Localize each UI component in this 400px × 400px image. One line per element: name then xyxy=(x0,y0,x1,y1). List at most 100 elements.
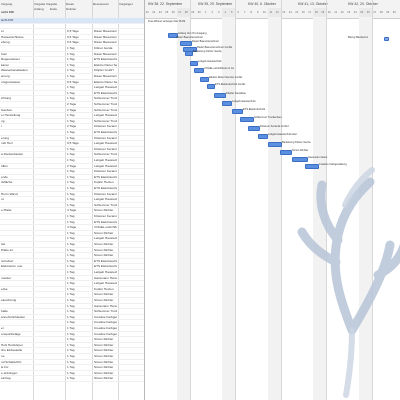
cell-res: Simon Richter xyxy=(94,242,114,246)
cell-res: Simon Richter xyxy=(94,370,114,375)
gantt-bar[interactable] xyxy=(180,41,192,46)
gantt-bar-label: Bauleitung Kittner Gerda xyxy=(193,50,222,53)
cell-name: ttel xyxy=(1,242,6,246)
cell-dur: 1 Tag xyxy=(67,314,75,319)
cell-name: Wasserkanalisation xyxy=(1,68,28,73)
cell-dur: 1 Tag xyxy=(67,365,75,370)
gantt-bar-label: Bauleitung Kittner Gerda xyxy=(282,141,311,144)
header-sub: Vorgabe Vorgabe xyxy=(34,2,58,6)
gantt-bar[interactable] xyxy=(232,109,243,114)
cell-res: Creative Farbgestaltung xyxy=(94,326,117,330)
table-row[interactable]: eintrag 1 Tag Simon Richter xyxy=(0,376,144,382)
cell-name: meister xyxy=(1,275,12,280)
cell-name: i xyxy=(1,124,2,129)
day-strip: 22 23 24 25 26 27 28 29 30 1 2 3 4 5 6 7 8 9 10 11 12 13 14 15 1… xyxy=(144,8,400,17)
gantt-bar-label: Simon Richter xyxy=(292,149,309,152)
gantt-bar[interactable] xyxy=(248,126,260,131)
cell-name: le Fix xyxy=(1,365,9,370)
cell-dur: 1 Tag xyxy=(67,152,75,157)
cell-name: öffen xyxy=(1,163,8,168)
cell-res: Klüssner Keramik xyxy=(94,214,117,218)
cell-res: Simon Richter xyxy=(94,247,114,252)
cell-res: Creative Farbgestaltung xyxy=(94,331,117,336)
week-label: KW 39, 29. September xyxy=(198,2,233,6)
cell-dur: 1 Tag xyxy=(67,286,75,291)
cell-dur: 1 Tag xyxy=(67,270,75,274)
cell-res: VOGEL estrichfloors xyxy=(94,225,117,230)
cell-name: che Einbauteile xyxy=(1,348,23,353)
header-duration: Dauer xyxy=(66,2,75,6)
gantt-bar-label: Dieter Bauunternehmer GmbH xyxy=(197,46,233,49)
cell-dur: 0,5 Tage xyxy=(67,34,79,39)
cell-dur: 1 Tag xyxy=(67,135,75,140)
cell-dur: 0,5 Tage xyxy=(67,141,79,146)
cell-name: e Platte xyxy=(1,208,12,213)
cell-res: ETS Elektrotechnik xyxy=(94,57,117,62)
gantt-bar[interactable] xyxy=(280,150,292,155)
cell-res: Schlemmer Trocken xyxy=(94,118,117,123)
gantt-bar[interactable] xyxy=(194,68,204,73)
cell-dur: 1 Tag xyxy=(67,303,75,308)
cell-dur: 1 Tag xyxy=(67,309,75,314)
gantt-bar[interactable] xyxy=(292,157,308,162)
cell-dur: 1 Tag xyxy=(67,96,75,101)
cell-res: Simon Richter xyxy=(94,376,114,381)
header-predecessor: Vorgänger xyxy=(119,2,133,6)
cell-res: Klüssner Keramik xyxy=(94,124,117,129)
cell-dur: 4 Tage xyxy=(67,225,77,230)
gantt-bar[interactable] xyxy=(185,51,193,56)
gantt-bar[interactable] xyxy=(200,77,209,82)
cell-res: Leitgeb Haustechnik xyxy=(94,281,117,286)
cell-name: ut xyxy=(1,197,4,202)
cell-res: ETS Elektrotechnik xyxy=(94,186,117,190)
cell-name: kanal xyxy=(1,62,9,67)
gantt-bar[interactable] xyxy=(268,142,282,147)
cell-name: ramsburt xyxy=(1,258,14,263)
cell-res: ETS Elektrotechnik xyxy=(94,174,117,179)
gantt-bar[interactable] xyxy=(207,84,215,89)
cell-name: Platte iro xyxy=(1,247,14,252)
cell-dur: 1 Tag xyxy=(67,359,75,364)
cell-name: ckfläche xyxy=(1,180,13,185)
cell-dur: 1 Tag xyxy=(67,376,75,381)
cell-dur: 1 Tag xyxy=(67,326,75,330)
gantt-bar[interactable] xyxy=(305,164,319,169)
day-label: 30 xyxy=(392,11,396,14)
cell-res: ETS Elektrotechnik xyxy=(94,258,117,263)
cell-res: Simon Richter xyxy=(94,230,114,235)
gantt-bar[interactable] xyxy=(190,61,198,66)
cell-dur: 1 Tag xyxy=(67,354,75,358)
week-label: KW 41, 13. Oktober xyxy=(298,2,328,6)
cell-res: Leitgeb Haustechnik xyxy=(94,197,117,202)
cell-dur: 1 Tag xyxy=(67,85,75,90)
cell-res: Dieter Bauunternehmer xyxy=(94,74,117,78)
gantt-bar-label: Creative Farbgestaltung xyxy=(319,163,347,166)
cell-dur: 1 Tag xyxy=(67,258,75,263)
gantt-bar-label: ETS Elektrotechnik xyxy=(243,108,266,111)
gantt-bar-label: Klüssner Keramik GmbH xyxy=(260,125,289,128)
cell-dur: 1 Tag xyxy=(67,169,75,174)
cell-dur: 1 Tag xyxy=(67,68,75,73)
gantt-bar[interactable] xyxy=(214,93,226,98)
cell-name: erung xyxy=(1,135,9,140)
gantt-bar[interactable] xyxy=(222,101,232,106)
cell-res: Simon Richter xyxy=(94,253,114,258)
cell-dur: 1 Tag xyxy=(67,180,75,185)
gantt-bar[interactable] xyxy=(258,134,268,139)
cell-dur: 1 Tag xyxy=(67,90,75,95)
cell-res: Simon Richter xyxy=(94,208,114,213)
gantt-bar-label: Frau Wiener anzeigen Mo 15.09. xyxy=(148,20,186,23)
cell-name: sicht KW xyxy=(1,18,14,22)
cell-name: Hausanschlüsse xyxy=(1,34,24,39)
cell-res: Leitgeb Haustechnik xyxy=(94,113,117,118)
cell-res: Simon Richter xyxy=(94,292,114,297)
cell-dur: 1 Tag xyxy=(67,219,75,224)
cell-res: Gassmann Hans xyxy=(94,303,117,308)
cell-dur: 1 Tag xyxy=(67,370,75,375)
gantt-bar[interactable] xyxy=(240,117,254,122)
cell-dur: 1 Tag xyxy=(67,146,75,151)
cell-dur: 1 Tag xyxy=(67,292,75,297)
cell-dur: 1 Tag xyxy=(67,214,75,218)
milestone-marker[interactable] xyxy=(384,36,389,42)
gantt-bar-label: Schlemmer Trockenbau xyxy=(254,116,282,119)
